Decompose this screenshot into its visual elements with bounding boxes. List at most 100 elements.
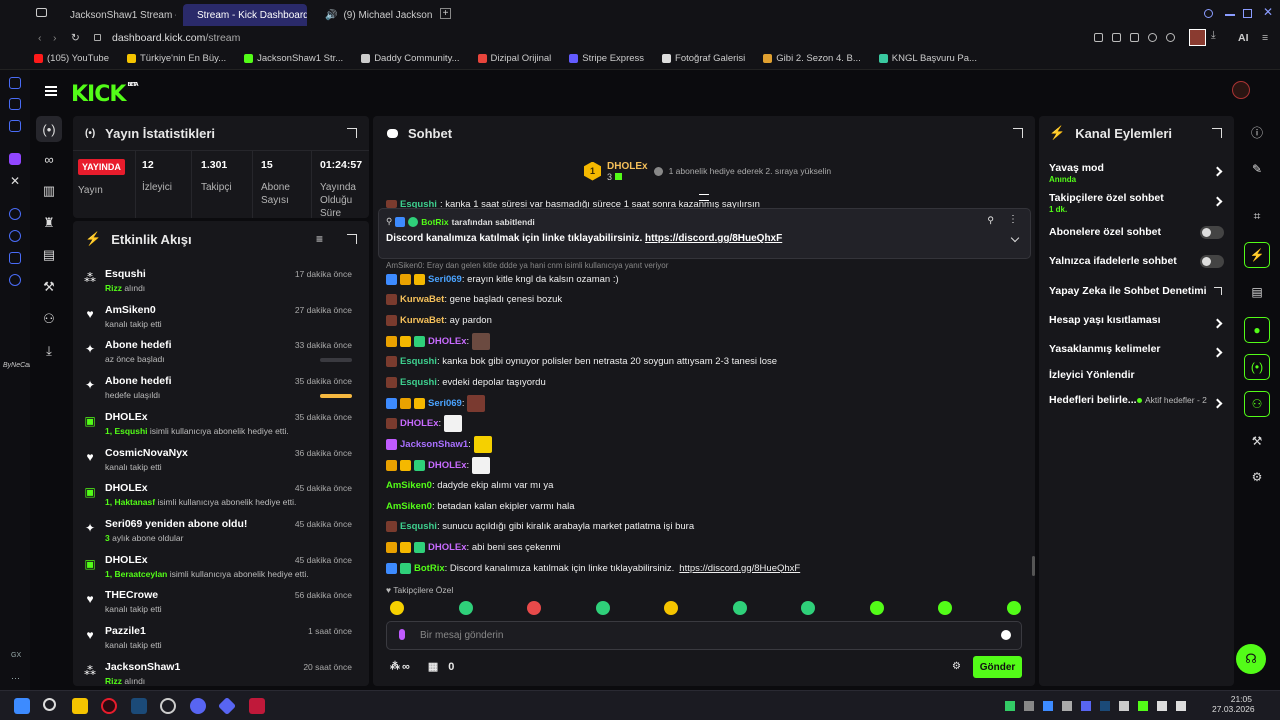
bookmark-item[interactable]: Gibi 2. Sezon 4. B... bbox=[763, 53, 861, 64]
audio-icon[interactable]: 🔊 bbox=[325, 10, 337, 21]
top-gifter[interactable]: 1 DHOLEx 3 1 abonelik hediye ederek 2. s… bbox=[584, 158, 831, 184]
maximize-button[interactable] bbox=[1243, 9, 1252, 18]
download-icon[interactable]: ⤓ bbox=[1211, 29, 1216, 42]
popout-icon[interactable] bbox=[1013, 128, 1023, 138]
activity-item[interactable]: ✦ Abone hedefi hedefe ulaşıldı 35 dakika ön… bbox=[73, 372, 362, 408]
back-icon[interactable]: ‹ bbox=[38, 32, 42, 44]
emote-button[interactable] bbox=[390, 601, 404, 615]
chat-username[interactable]: DHOLEx bbox=[428, 460, 467, 471]
channel-action[interactable]: Hedefleri belirle... bbox=[1049, 394, 1137, 406]
chat-scrollbar[interactable] bbox=[1032, 556, 1035, 576]
emote-button[interactable] bbox=[732, 601, 747, 615]
users-tool-icon[interactable]: ⚇ bbox=[1244, 391, 1270, 417]
app-icon[interactable] bbox=[249, 698, 265, 714]
broadcast-tool-icon[interactable]: (•) bbox=[1244, 354, 1270, 380]
chat-message[interactable]: AmSiken0: betadan kalan ekipler varmı ha… bbox=[386, 499, 575, 513]
chat-input[interactable]: Bir mesaj gönderin bbox=[386, 621, 1022, 650]
activity-item[interactable]: ▣ DHOLEx 1, Beraatceylan isimli kullanıcıy… bbox=[73, 551, 362, 587]
chat-message[interactable]: JacksonShaw1: bbox=[386, 435, 492, 453]
heart-outline-icon[interactable] bbox=[1166, 33, 1175, 42]
new-tab-button[interactable]: + bbox=[440, 8, 451, 19]
link-nav-icon[interactable]: ∞ bbox=[36, 146, 62, 172]
chat-username[interactable]: DHOLEx bbox=[400, 418, 439, 429]
chat-message[interactable]: Seri069: erayın kitle kngl da kalsın oza… bbox=[386, 272, 619, 286]
chat-username[interactable]: AmSiken0 bbox=[386, 501, 432, 512]
channel-action[interactable]: Hesap yaşı kısıtlaması bbox=[1049, 314, 1161, 326]
activity-item[interactable]: ♥ Pazzile1 kanalı takip etti 1 saat önce bbox=[73, 622, 362, 658]
search-tabs-icon[interactable] bbox=[1204, 9, 1213, 18]
capture-tool-icon[interactable]: ⌗ bbox=[1244, 203, 1270, 229]
channel-action[interactable]: İzleyici Yönlendir bbox=[1049, 369, 1135, 381]
video-nav-icon[interactable]: ▤ bbox=[36, 242, 62, 268]
toggle-switch[interactable] bbox=[1200, 255, 1224, 268]
popout-icon[interactable] bbox=[347, 234, 357, 244]
more-icon[interactable]: ⋯ bbox=[11, 673, 20, 684]
chat-message[interactable]: Seri069: bbox=[386, 394, 486, 412]
store-icon[interactable]: ▦ bbox=[428, 660, 438, 673]
chat-username[interactable]: Seri069 bbox=[428, 398, 462, 409]
activity-title[interactable]: Abone hedefi bbox=[105, 339, 172, 351]
chat-username[interactable]: KurwaBet bbox=[400, 294, 444, 305]
tray-icon[interactable] bbox=[1062, 701, 1072, 711]
bookmark-item[interactable]: Türkiye'nin En Büy... bbox=[126, 53, 226, 64]
user-avatar[interactable] bbox=[1232, 81, 1250, 99]
activity-item[interactable]: ♥ CosmicNovaNyx kanalı takip etti 36 dakika… bbox=[73, 444, 362, 480]
chat-message[interactable]: KurwaBet: ay pardon bbox=[386, 313, 492, 327]
bookmark-item[interactable]: JacksonShaw1 Str... bbox=[244, 53, 343, 64]
emote-button[interactable] bbox=[801, 601, 815, 615]
chat-username[interactable]: KurwaBet bbox=[400, 315, 444, 326]
chat-message[interactable]: DHOLEx: bbox=[386, 332, 491, 350]
chat-username[interactable]: Seri069 bbox=[428, 274, 462, 285]
chat-settings-icon[interactable]: ⚙ bbox=[952, 661, 961, 672]
chat-message[interactable]: KurwaBet: gene başladı çenesi bozuk bbox=[386, 292, 562, 306]
forward-icon[interactable]: › bbox=[53, 32, 57, 44]
points-icon[interactable]: ⁂ ∞ bbox=[390, 661, 410, 673]
volume-icon[interactable] bbox=[1176, 701, 1186, 711]
activity-item[interactable]: ▣ DHOLEx 1, Haktanasf isimli kullanıcıya a… bbox=[73, 479, 362, 515]
activity-title[interactable]: Abone hedefi bbox=[105, 375, 172, 387]
external-link-icon[interactable] bbox=[1214, 287, 1222, 295]
emote-button[interactable] bbox=[1006, 601, 1021, 615]
activity-item[interactable]: ✦ Seri069 yeniden abone oldu! 3 aylık abon… bbox=[73, 515, 362, 551]
toggle-switch[interactable] bbox=[1200, 226, 1224, 239]
wifi-icon[interactable] bbox=[1157, 701, 1167, 711]
activity-title[interactable]: DHOLEx bbox=[105, 482, 148, 494]
tray-icon[interactable] bbox=[1119, 701, 1129, 711]
chat-username[interactable]: AmSiken0 bbox=[386, 480, 432, 491]
reply-context[interactable]: AmSiken0: Eray dan gelen kitle ddde ya h… bbox=[386, 261, 668, 270]
player-icon[interactable] bbox=[9, 208, 21, 220]
activity-title[interactable]: Pazzile1 bbox=[105, 625, 146, 637]
tray-icon[interactable] bbox=[1100, 701, 1110, 711]
emote-button[interactable] bbox=[664, 601, 678, 615]
chat-username[interactable]: DHOLEx bbox=[428, 336, 467, 347]
info-tool-icon[interactable]: ⓘ bbox=[1244, 119, 1270, 145]
chat-username[interactable]: Esqushi bbox=[400, 521, 437, 532]
activity-item[interactable]: ♥ THECrowe kanalı takip etti 56 dakika önce bbox=[73, 586, 362, 622]
edit-tool-icon[interactable]: ✎ bbox=[1244, 156, 1270, 182]
shield-icon[interactable] bbox=[1130, 33, 1139, 42]
messenger-icon[interactable] bbox=[9, 120, 21, 132]
stream-nav-icon[interactable]: (•) bbox=[36, 116, 62, 142]
bookmark-item[interactable]: (105) YouTube bbox=[34, 53, 109, 64]
search-icon[interactable] bbox=[43, 698, 56, 711]
url-field[interactable]: dashboard.kick.com/stream bbox=[112, 32, 240, 44]
pinned-author[interactable]: BotRix bbox=[421, 217, 448, 227]
tray-icon[interactable] bbox=[1005, 701, 1015, 711]
chat-username[interactable]: JacksonShaw1 bbox=[400, 439, 468, 450]
tray-icon[interactable] bbox=[1138, 701, 1148, 711]
bookmark-item[interactable]: Dizipal Orijinal bbox=[477, 53, 551, 64]
bookmark-item[interactable]: Stripe Express bbox=[569, 53, 644, 64]
activity-title[interactable]: Esqushi bbox=[105, 268, 146, 280]
tab-kick-dashboard[interactable]: Stream - Kick Dashboard bbox=[183, 4, 307, 26]
support-button[interactable]: ☊ bbox=[1236, 644, 1266, 674]
opera-gx-icon[interactable] bbox=[101, 698, 117, 714]
workspaces-icon[interactable] bbox=[36, 8, 47, 17]
emote-button[interactable] bbox=[938, 601, 952, 615]
activity-title[interactable]: DHOLEx bbox=[105, 554, 148, 566]
activity-item[interactable]: ♥ AmSiken0 kanalı takip etti 27 dakika önce bbox=[73, 301, 362, 337]
settings-icon[interactable] bbox=[9, 274, 21, 286]
emote-button[interactable] bbox=[527, 601, 541, 615]
tab-youtube[interactable]: 🔊 (9) Michael Jackson - bbox=[311, 4, 433, 26]
activity-title[interactable]: AmSiken0 bbox=[105, 304, 156, 316]
chat-username[interactable]: Esqushi bbox=[400, 356, 437, 367]
